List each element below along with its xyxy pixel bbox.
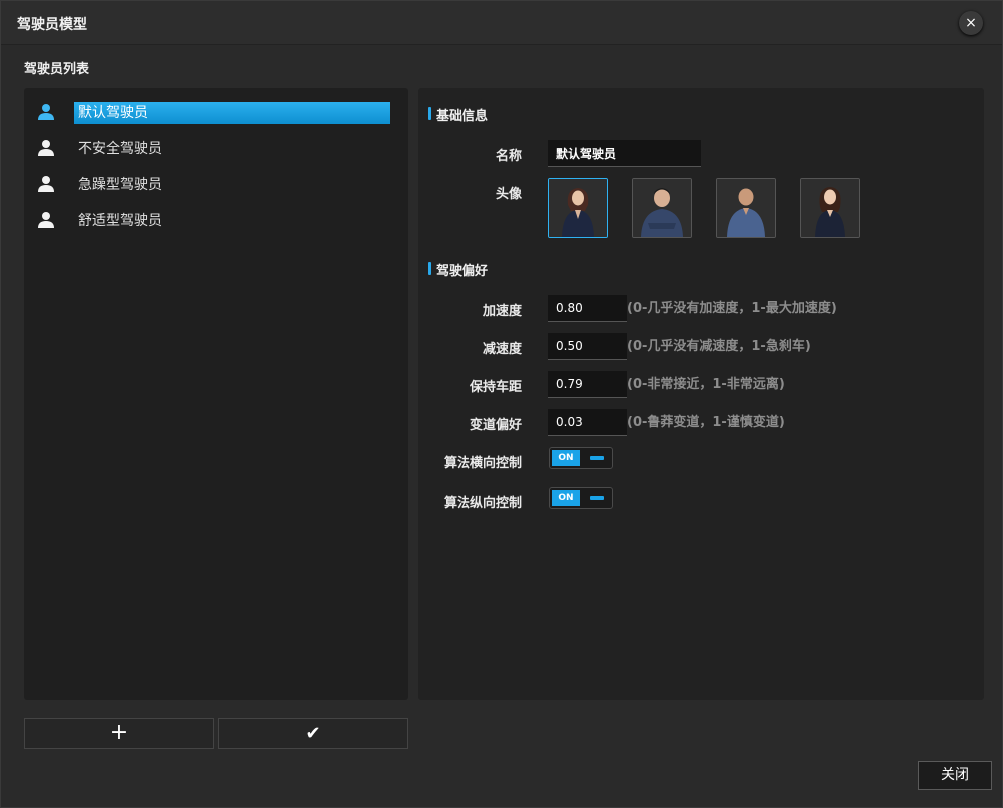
lateral-control-label: 算法横向控制 xyxy=(443,456,522,471)
female-avatar-icon xyxy=(801,179,859,237)
deceleration-label: 减速度 xyxy=(482,342,522,357)
plus-icon: + xyxy=(109,720,129,745)
name-label: 名称 xyxy=(495,149,522,164)
longitudinal-control-toggle[interactable]: ON xyxy=(549,487,613,509)
lane-change-label: 变道偏好 xyxy=(469,418,522,433)
checkmark-icon: ✔ xyxy=(305,723,321,744)
person-icon xyxy=(38,176,54,192)
avatar-option-2[interactable] xyxy=(632,178,692,238)
add-driver-button[interactable]: + xyxy=(24,718,214,749)
following-distance-label: 保持车距 xyxy=(469,380,522,395)
driver-item-unsafe[interactable]: 不安全驾驶员 xyxy=(24,134,408,164)
acceleration-label: 加速度 xyxy=(482,304,522,319)
lateral-control-toggle[interactable]: ON xyxy=(549,447,613,469)
driver-detail-panel: 基础信息 名称 头像 xyxy=(418,88,984,700)
toggle-knob-icon xyxy=(590,496,604,500)
basic-info-heading: 基础信息 xyxy=(428,105,488,124)
male-avatar-icon xyxy=(633,179,691,237)
close-button[interactable]: 关闭 xyxy=(918,761,992,790)
following-distance-hint: (0-非常接近，1-非常远离) xyxy=(627,377,785,392)
following-distance-input[interactable] xyxy=(548,371,627,398)
toggle-on-text: ON xyxy=(552,490,580,506)
person-icon xyxy=(38,140,54,156)
driver-item-default[interactable]: 默认驾驶员 xyxy=(24,98,408,128)
close-icon[interactable]: × xyxy=(959,11,983,35)
confirm-button[interactable]: ✔ xyxy=(218,718,408,749)
driver-list-panel: 默认驾驶员 不安全驾驶员 急躁型驾驶员 舒适型驾驶员 xyxy=(24,88,408,700)
longitudinal-control-label: 算法纵向控制 xyxy=(443,496,522,511)
person-icon xyxy=(38,212,54,228)
acceleration-hint: (0-几乎没有加速度，1-最大加速度) xyxy=(627,301,837,316)
avatar-option-4[interactable] xyxy=(800,178,860,238)
driver-item-label: 默认驾驶员 xyxy=(74,102,390,124)
driver-item-label: 不安全驾驶员 xyxy=(78,141,162,157)
title-bar: 驾驶员模型 × xyxy=(1,1,1002,45)
deceleration-input[interactable] xyxy=(548,333,627,360)
deceleration-hint: (0-几乎没有减速度，1-急刹车) xyxy=(627,339,811,354)
driver-item-label: 舒适型驾驶员 xyxy=(78,213,162,229)
acceleration-input[interactable] xyxy=(548,295,627,322)
driver-model-dialog: 驾驶员模型 × 驾驶员列表 默认驾驶员 不安全驾驶员 急躁型驾驶员 舒适型驾驶员… xyxy=(0,0,1003,808)
toggle-on-text: ON xyxy=(552,450,580,466)
male-avatar-icon xyxy=(717,179,775,237)
driver-item-label: 急躁型驾驶员 xyxy=(78,177,162,193)
toggle-knob-icon xyxy=(590,456,604,460)
avatar-option-1[interactable] xyxy=(548,178,608,238)
female-avatar-icon xyxy=(549,179,607,237)
driver-item-comfort[interactable]: 舒适型驾驶员 xyxy=(24,206,408,236)
lane-change-hint: (0-鲁莽变道，1-谨慎变道) xyxy=(627,415,785,430)
dialog-title: 驾驶员模型 xyxy=(17,17,87,33)
driver-item-impatient[interactable]: 急躁型驾驶员 xyxy=(24,170,408,200)
person-icon xyxy=(38,104,54,120)
avatar-option-3[interactable] xyxy=(716,178,776,238)
driving-preference-heading: 驾驶偏好 xyxy=(428,260,488,279)
lane-change-input[interactable] xyxy=(548,409,627,436)
driver-list-title: 驾驶员列表 xyxy=(24,62,90,77)
name-input[interactable] xyxy=(548,140,701,167)
avatar-label: 头像 xyxy=(495,187,522,202)
